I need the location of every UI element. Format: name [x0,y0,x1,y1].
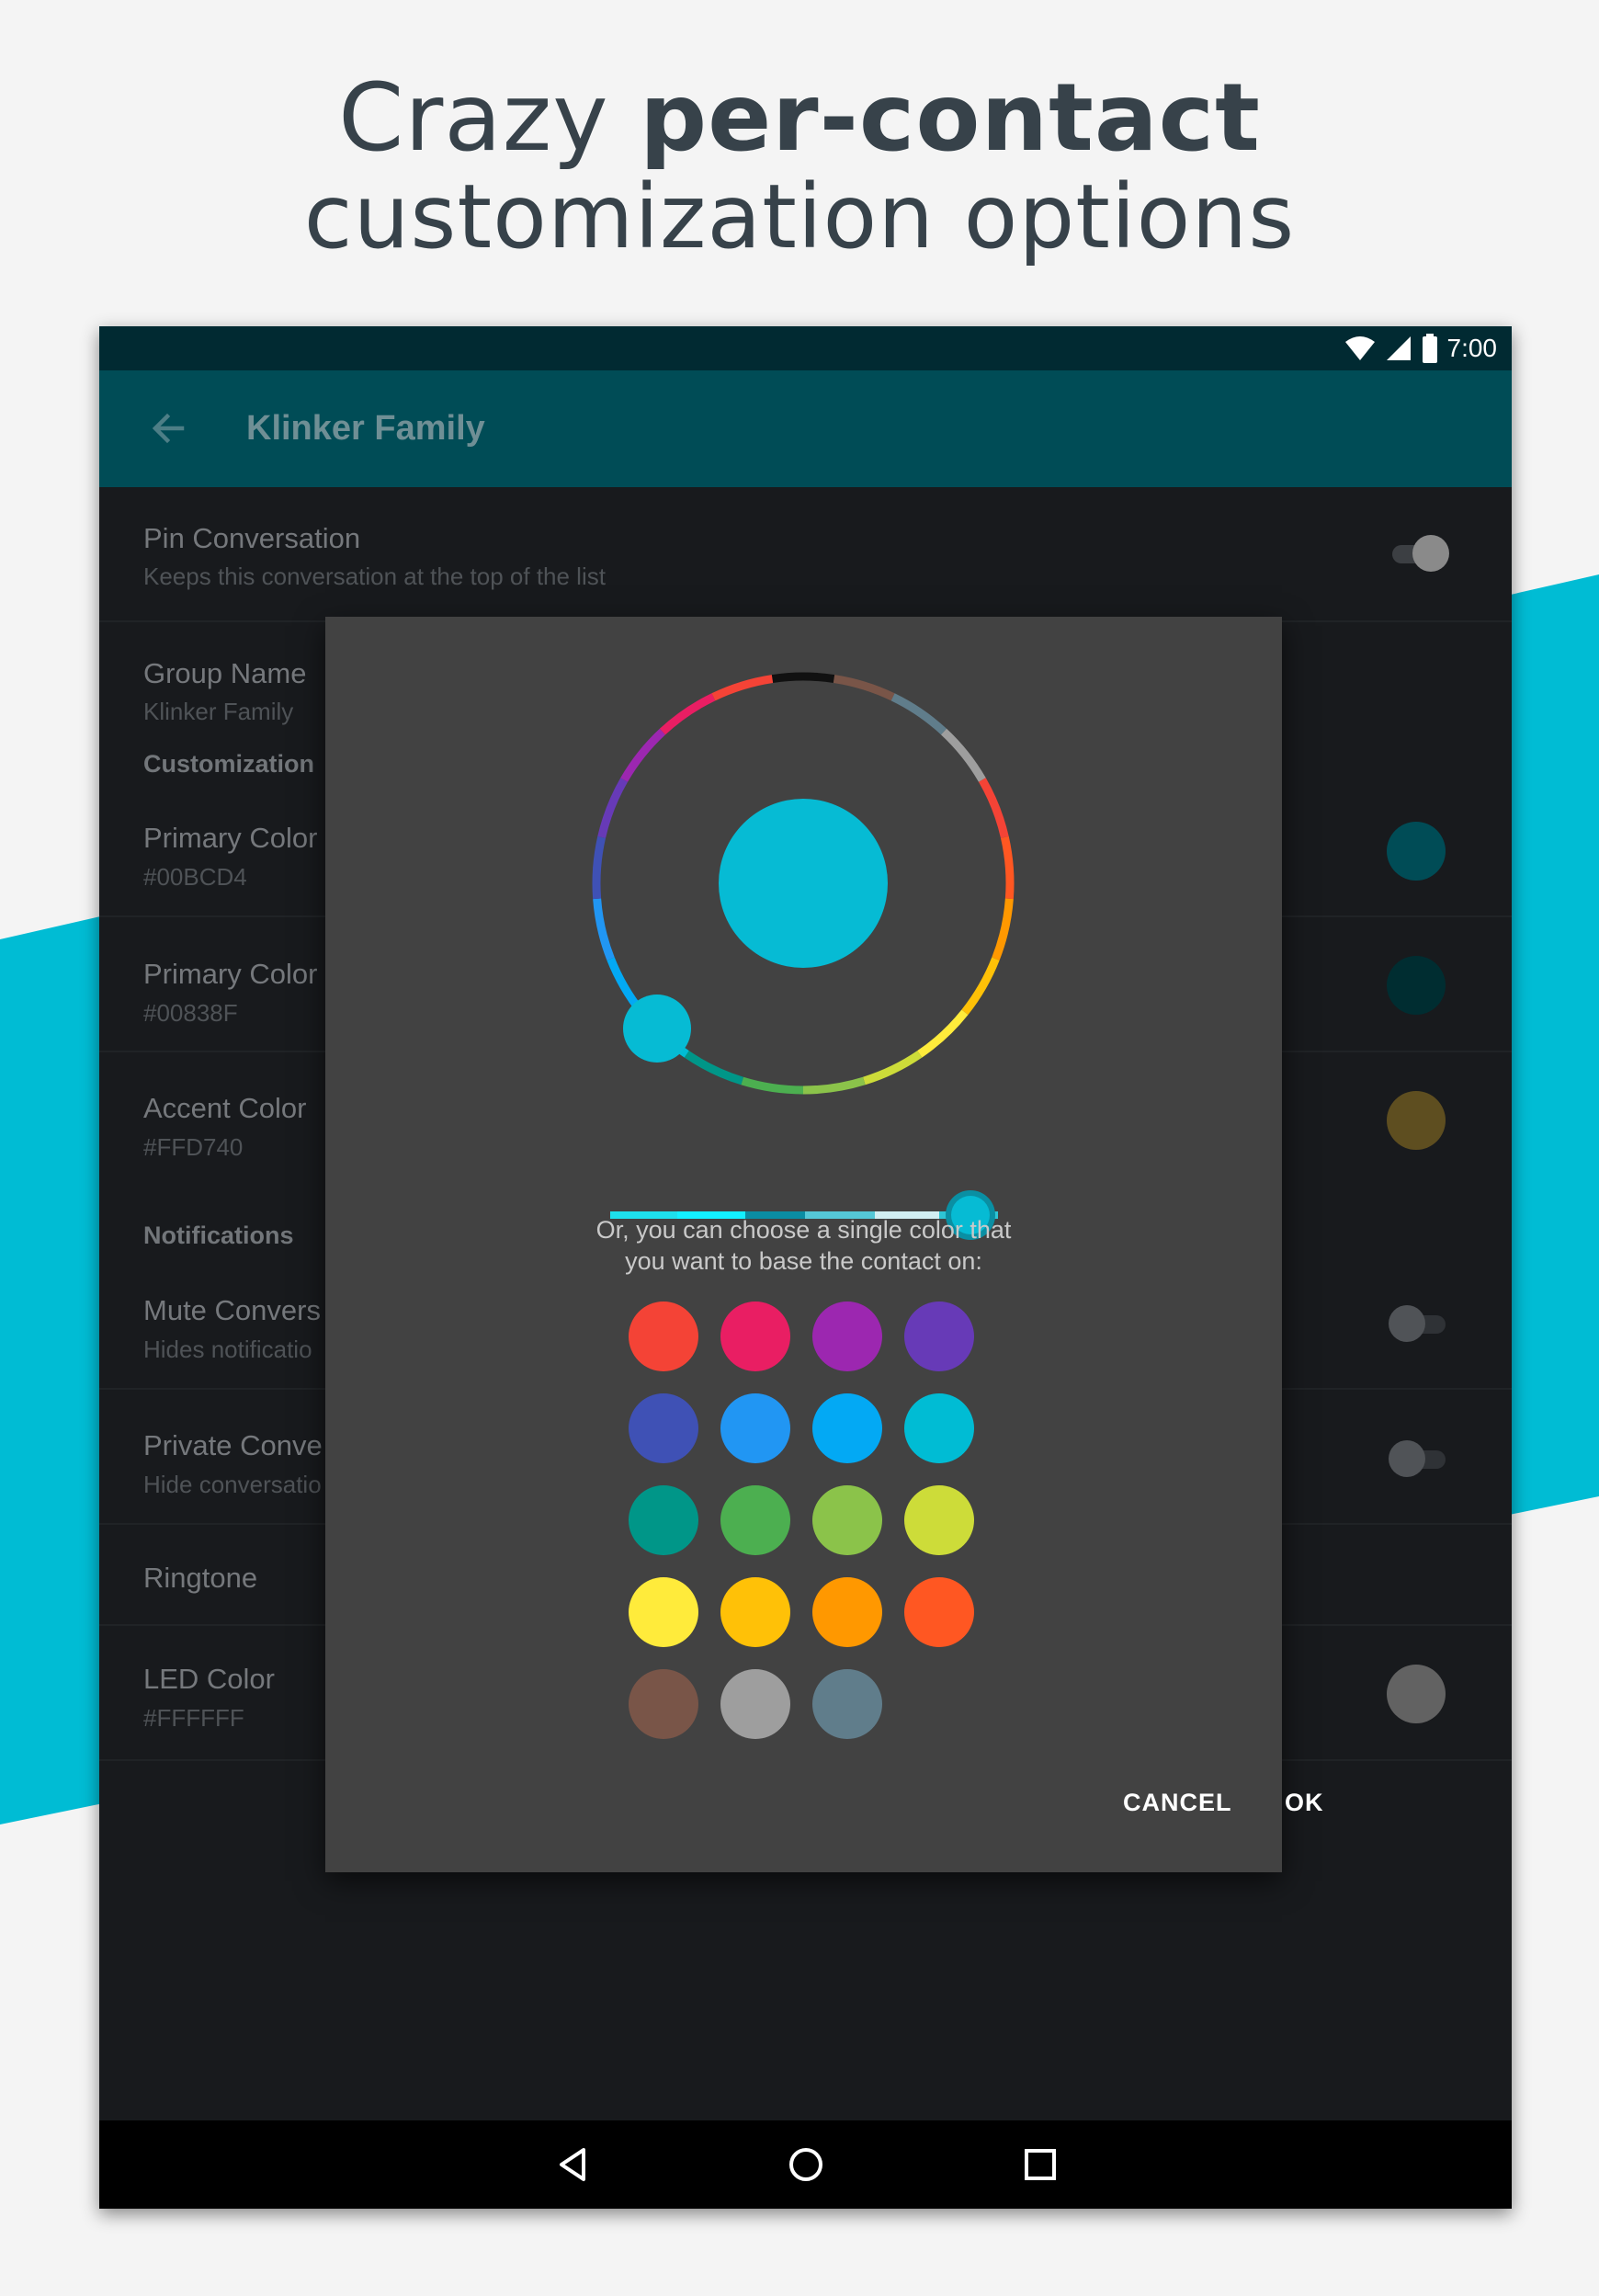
color-swatch[interactable] [904,1393,974,1463]
color-swatch[interactable] [720,1577,790,1647]
color-swatch[interactable] [629,1393,698,1463]
hue-ring-segment[interactable] [659,693,716,735]
setting-subtitle: Klinker Family [143,698,294,725]
primary-color-swatch [1387,822,1446,881]
headline-line1: Crazy per-contact [338,63,1261,173]
toolbar: Klinker Family [99,370,1512,487]
hue-ring-segment[interactable] [593,898,615,960]
setting-title: Primary Color [143,822,318,854]
selected-color-preview [719,799,888,968]
color-swatch[interactable] [720,1669,790,1739]
hue-ring-segment[interactable] [890,693,947,735]
hue-ring-segment[interactable] [771,672,835,683]
setting-subtitle: Keeps this conversation at the top of th… [143,563,606,590]
color-swatch[interactable] [904,1301,974,1371]
hue-ring-segment[interactable] [597,778,629,838]
color-swatch[interactable] [720,1301,790,1371]
device-screen: 7:00 Klinker Family Pin Conversation Kee… [99,326,1512,2209]
color-swatch[interactable] [812,1301,882,1371]
private-toggle[interactable] [1389,1440,1449,1477]
setting-title: Pin Conversation [143,522,361,554]
section-header-notifications: Notifications [143,1222,294,1249]
dialog-description: Or, you can choose a single color that y… [325,1214,1282,1277]
accent-color-swatch [1387,1091,1446,1150]
battery-icon [1422,334,1437,363]
pin-toggle[interactable] [1389,535,1449,572]
setting-pin-conversation[interactable]: Pin Conversation Keeps this conversation… [99,487,1512,622]
status-bar: 7:00 [99,326,1512,370]
hue-ring-segment[interactable] [833,675,895,701]
setting-title: Private Conve [143,1429,323,1461]
cancel-button[interactable]: CANCEL [1123,1789,1232,1817]
setting-title: LED Color [143,1663,275,1695]
hue-ring-segment[interactable] [592,835,607,900]
toolbar-title: Klinker Family [246,409,485,448]
headline-line2: customization options [303,165,1296,268]
hue-ring-handle[interactable] [623,995,691,1063]
setting-subtitle: #00838F [143,999,238,1027]
color-swatch[interactable] [629,1669,698,1739]
color-swatch[interactable] [904,1485,974,1555]
color-swatch[interactable] [904,1577,974,1647]
dialog-text-line2: you want to base the contact on: [625,1247,982,1275]
hue-ring-segment[interactable] [961,957,1000,1016]
hue-ring-segment[interactable] [711,675,774,701]
home-circle-icon[interactable] [784,2143,828,2187]
navigation-bar [99,2120,1512,2209]
hue-ring-segment[interactable] [684,1051,744,1085]
color-swatch[interactable] [812,1577,882,1647]
signal-icon [1386,336,1411,360]
setting-subtitle: Hide conversatio [143,1471,322,1498]
color-swatch[interactable] [629,1301,698,1371]
color-swatch[interactable] [812,1669,882,1739]
hue-ring-segment[interactable] [978,778,1009,838]
arrow-back-icon[interactable] [147,407,189,449]
setting-title: Mute Convers [143,1294,321,1326]
color-swatch[interactable] [629,1485,698,1555]
color-swatch[interactable] [720,1393,790,1463]
setting-title: Ringtone [143,1562,258,1594]
status-time: 7:00 [1446,334,1498,362]
mute-toggle[interactable] [1389,1305,1449,1342]
color-picker-dialog: Or, you can choose a single color that y… [325,617,1323,1872]
hue-ring-segment[interactable] [620,728,666,782]
hue-ring-segment[interactable] [992,898,1014,960]
color-swatch[interactable] [720,1485,790,1555]
headline: Crazy per-contact customization options [0,63,1599,268]
setting-subtitle: #FFD740 [143,1133,244,1161]
section-header-customization: Customization [143,750,314,778]
color-swatch[interactable] [629,1577,698,1647]
led-color-swatch [1387,1665,1446,1723]
recents-square-icon[interactable] [1018,2143,1062,2187]
setting-title: Primary Color [143,958,318,990]
hue-ring-segment[interactable] [802,1076,866,1095]
hue-ring-segment[interactable] [1000,835,1015,900]
color-wheel-area [592,672,1015,1240]
hue-ring-segment[interactable] [741,1076,804,1095]
wifi-icon [1344,336,1375,360]
setting-subtitle: Hides notificatio [143,1336,312,1363]
headline-bold: per-contact [640,63,1261,173]
setting-subtitle: #00BCD4 [143,863,247,891]
primary-dark-swatch [1387,956,1446,1015]
back-triangle-icon[interactable] [550,2143,595,2187]
color-swatch[interactable] [812,1393,882,1463]
ok-button[interactable]: OK [1285,1789,1324,1817]
color-swatch[interactable] [812,1485,882,1555]
hue-ring-segment[interactable] [917,1009,969,1058]
setting-title: Accent Color [143,1092,307,1124]
hue-ring-segment[interactable] [940,728,986,782]
hue-ring-segment[interactable] [862,1051,923,1085]
setting-subtitle: #FFFFFF [143,1704,244,1732]
setting-title: Group Name [143,657,307,689]
dialog-text-line1: Or, you can choose a single color that [595,1216,1012,1244]
